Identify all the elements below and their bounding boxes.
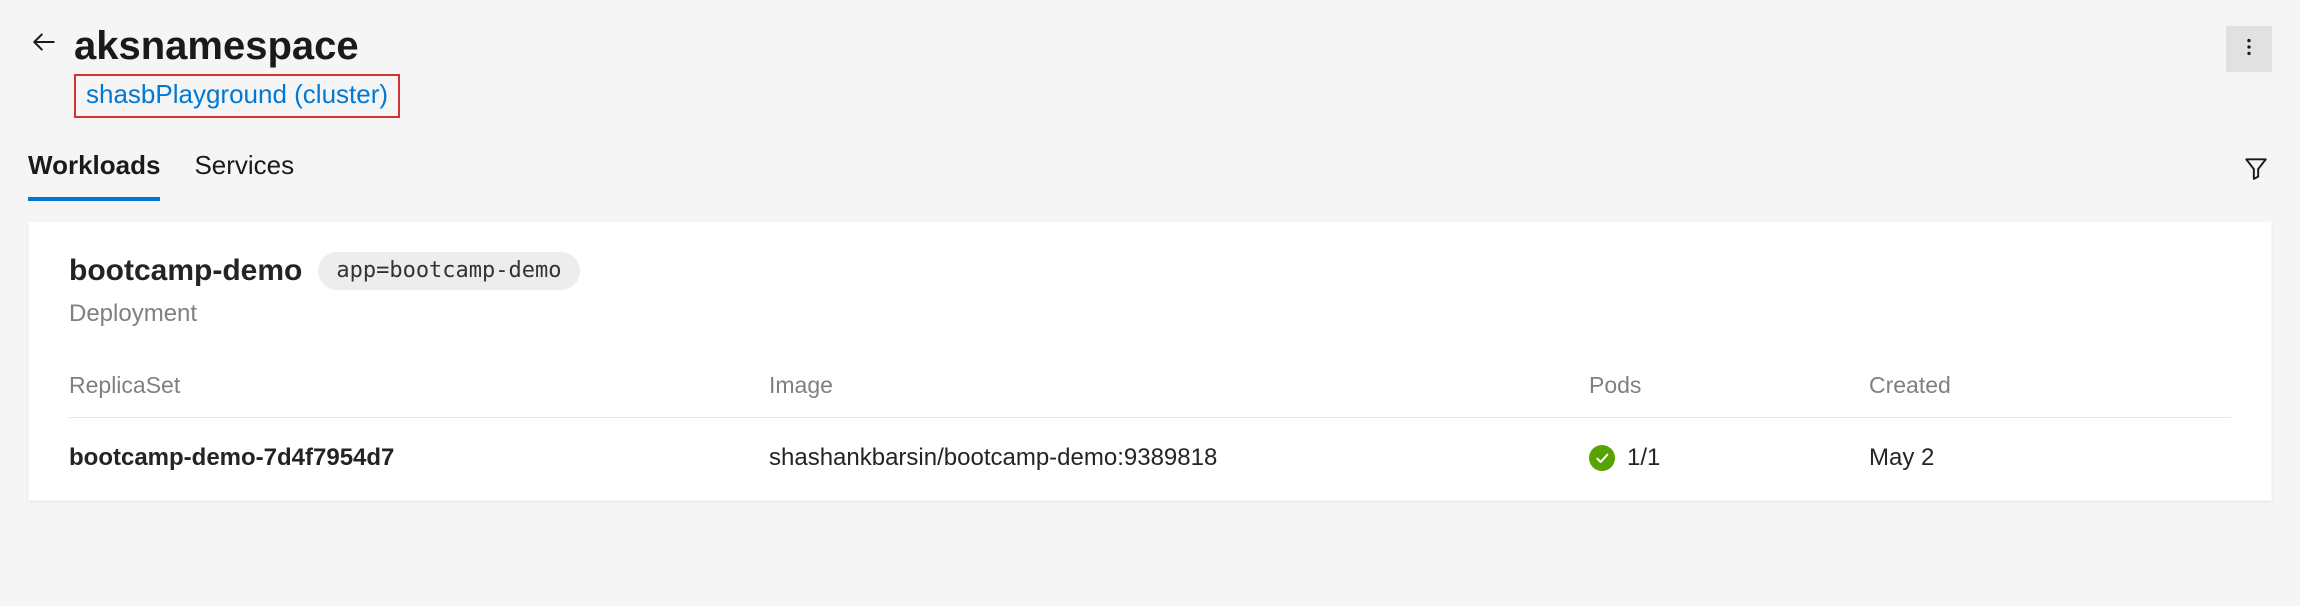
col-image: Image: [769, 372, 1589, 399]
tab-workloads[interactable]: Workloads: [28, 146, 160, 201]
replicaset-created: May 2: [1869, 444, 2231, 472]
cluster-link[interactable]: shasbPlayground (cluster): [86, 79, 388, 109]
arrow-left-icon: [31, 29, 57, 60]
col-created: Created: [1869, 372, 2231, 399]
pods-count: 1/1: [1627, 444, 1660, 472]
replicaset-image: shashankbarsin/bootcamp-demo:9389818: [769, 444, 1589, 472]
status-ok-icon: [1589, 445, 1615, 471]
col-replicaset: ReplicaSet: [69, 372, 769, 399]
more-vertical-icon: [2238, 36, 2260, 63]
deployment-name: bootcamp-demo: [69, 254, 302, 288]
more-actions-button[interactable]: [2226, 26, 2272, 72]
replicaset-name: bootcamp-demo-7d4f7954d7: [69, 444, 769, 472]
deployment-label-chip: app=bootcamp-demo: [318, 252, 579, 290]
deployment-kind: Deployment: [69, 300, 2231, 328]
deployment-card: bootcamp-demo app=bootcamp-demo Deployme…: [28, 221, 2272, 501]
table-row[interactable]: bootcamp-demo-7d4f7954d7 shashankbarsin/…: [69, 418, 2231, 500]
col-pods: Pods: [1589, 372, 1869, 399]
filter-icon: [2243, 155, 2269, 186]
filter-button[interactable]: [2240, 154, 2272, 186]
page-title: aksnamespace: [74, 24, 400, 68]
tab-services[interactable]: Services: [194, 146, 294, 201]
replicaset-pods: 1/1: [1589, 444, 1869, 472]
back-button[interactable]: [28, 28, 60, 60]
cluster-link-highlight: shasbPlayground (cluster): [74, 74, 400, 118]
